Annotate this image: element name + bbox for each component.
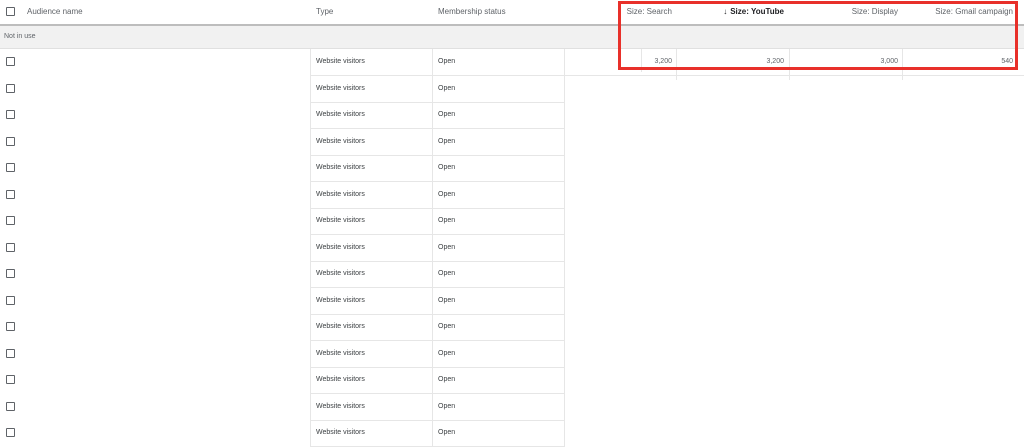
cell-type: Website visitors: [316, 164, 365, 171]
table-row: Website visitors Open: [0, 76, 565, 103]
cell-size-search: 3,200: [654, 58, 672, 65]
cell-type: Website visitors: [316, 111, 365, 118]
row-checkbox[interactable]: [6, 57, 15, 66]
column-header-audience-name[interactable]: Audience name: [27, 0, 83, 24]
row-checkbox[interactable]: [6, 216, 15, 225]
table-header: Audience name Type Membership status Siz…: [0, 0, 1024, 26]
cell-membership-status: Open: [438, 376, 456, 383]
column-header-size-search[interactable]: Size: Search: [566, 0, 672, 24]
row-checkbox[interactable]: [6, 137, 15, 146]
table-row: Website visitors Open: [0, 208, 565, 235]
cell-type: Website visitors: [316, 376, 365, 383]
cell-membership-status: Open: [438, 85, 456, 92]
cell-membership-status: Open: [438, 297, 456, 304]
row-checkbox[interactable]: [6, 190, 15, 199]
cell-type: Website visitors: [316, 217, 365, 224]
cell-type: Website visitors: [316, 85, 365, 92]
table-row: Website visitors Open: [0, 129, 565, 156]
row-checkbox[interactable]: [6, 110, 15, 119]
column-header-type[interactable]: Type: [316, 0, 333, 24]
table-row: Website visitors Open: [0, 314, 565, 341]
cell-membership-status: Open: [438, 191, 456, 198]
cell-type: Website visitors: [316, 297, 365, 304]
cell-type: Website visitors: [316, 191, 365, 198]
table-row: Website visitors Open: [0, 394, 565, 421]
row-checkbox[interactable]: [6, 84, 15, 93]
cell-membership-status: Open: [438, 244, 456, 251]
cell-type: Website visitors: [316, 270, 365, 277]
cell-membership-status: Open: [438, 58, 456, 65]
row-checkbox[interactable]: [6, 243, 15, 252]
column-header-size-youtube-label: Size: YouTube: [730, 7, 784, 16]
cell-type: Website visitors: [316, 138, 365, 145]
column-header-membership-status[interactable]: Membership status: [438, 0, 506, 24]
table-row: Website visitors Open: [0, 155, 565, 182]
column-header-size-display[interactable]: Size: Display: [792, 0, 898, 24]
cell-membership-status: Open: [438, 217, 456, 224]
column-header-size-youtube[interactable]: ↓ Size: YouTube: [680, 0, 784, 24]
cell-membership-status: Open: [438, 429, 456, 436]
table-row: Website visitors Open: [0, 367, 565, 394]
column-header-size-gmail[interactable]: Size: Gmail campaign: [905, 0, 1013, 24]
select-all-checkbox[interactable]: [6, 7, 15, 16]
cell-membership-status: Open: [438, 403, 456, 410]
table-row: Website visitors Open: [0, 235, 565, 262]
table-row: Website visitors Open: [0, 261, 565, 288]
cell-membership-status: Open: [438, 138, 456, 145]
table-row: Website visitors Open: [0, 288, 565, 315]
table-row: Website visitors Open: [0, 182, 565, 209]
cell-size-display: 3,000: [880, 58, 898, 65]
row-checkbox[interactable]: [6, 296, 15, 305]
arrow-down-icon: ↓: [723, 7, 728, 16]
cell-size-youtube: 3,200: [766, 58, 784, 65]
row-checkbox[interactable]: [6, 269, 15, 278]
table-row: Website visitors Open: [0, 341, 565, 368]
row-checkbox[interactable]: [6, 322, 15, 331]
cell-membership-status: Open: [438, 111, 456, 118]
group-row-not-in-use: Not in use: [0, 26, 1024, 49]
cell-membership-status: Open: [438, 323, 456, 330]
table-row: Website visitors Open: [0, 102, 565, 129]
group-label: Not in use: [4, 33, 36, 40]
cell-membership-status: Open: [438, 164, 456, 171]
table-row: Website visitors Open 3,200 3,200 3,000 540: [0, 49, 1024, 76]
row-checkbox[interactable]: [6, 375, 15, 384]
row-checkbox[interactable]: [6, 163, 15, 172]
row-checkbox[interactable]: [6, 402, 15, 411]
cell-type: Website visitors: [316, 323, 365, 330]
cell-type: Website visitors: [316, 350, 365, 357]
cell-size-gmail: 540: [1001, 58, 1013, 65]
cell-type: Website visitors: [316, 58, 365, 65]
row-checkbox[interactable]: [6, 349, 15, 358]
cell-type: Website visitors: [316, 403, 365, 410]
cell-type: Website visitors: [316, 429, 365, 436]
row-checkbox[interactable]: [6, 428, 15, 437]
table-row: Website visitors Open: [0, 420, 565, 447]
cell-membership-status: Open: [438, 350, 456, 357]
cell-membership-status: Open: [438, 270, 456, 277]
cell-type: Website visitors: [316, 244, 365, 251]
